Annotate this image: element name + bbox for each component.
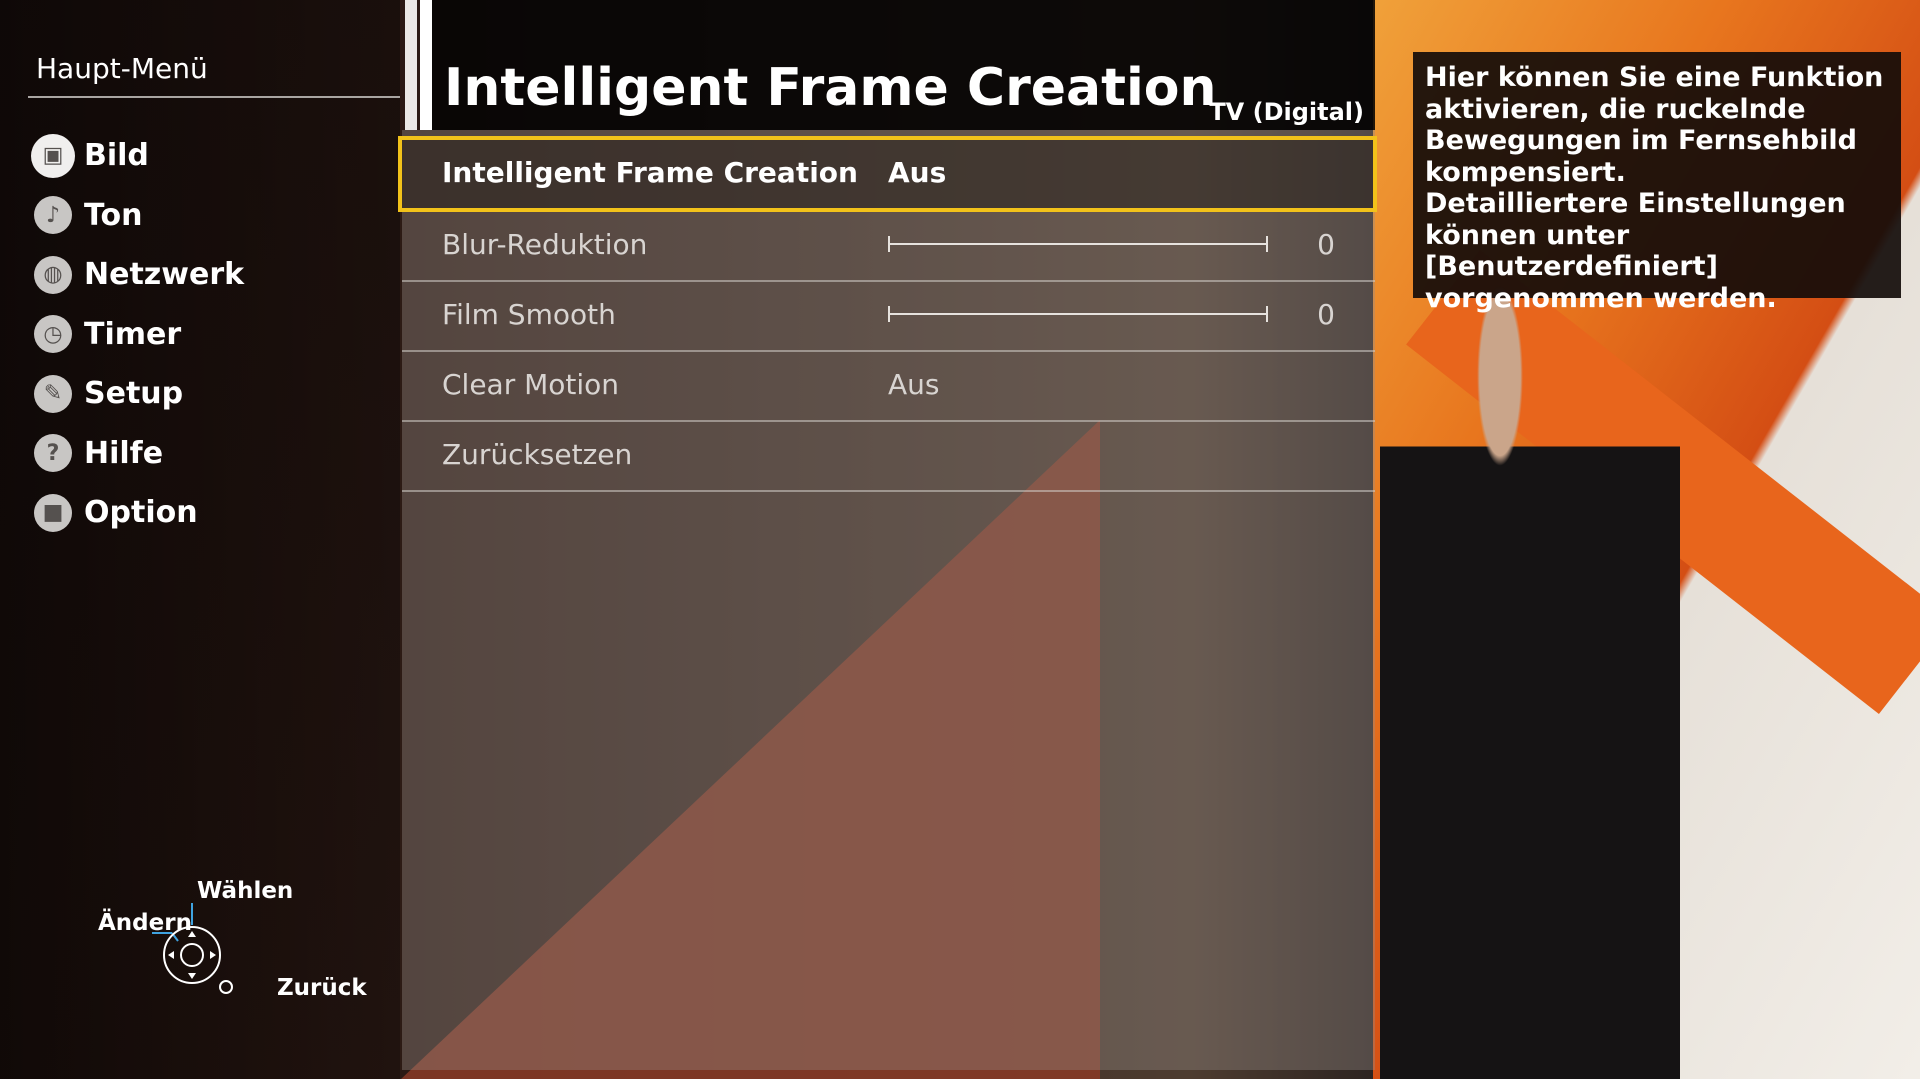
setting-row-zuruecksetzen[interactable]: Zurücksetzen (402, 420, 1375, 492)
setting-label: Clear Motion (442, 368, 620, 401)
setting-label: Blur-Reduktion (442, 228, 648, 261)
menu-item-label: Netzwerk (84, 257, 245, 293)
help-text: Hier können Sie eine Funktion aktivieren… (1425, 62, 1884, 314)
blur-reduction-slider[interactable] (888, 236, 1268, 252)
question-icon: ? (34, 434, 72, 473)
menu-item-timer[interactable]: ◷ Timer (34, 305, 244, 365)
main-menu-divider (28, 96, 400, 98)
menu-item-label: Timer (84, 316, 182, 352)
setting-value: 0 (1317, 298, 1335, 331)
menu-item-bild[interactable]: ▣ Bild (31, 126, 244, 186)
setting-row-intelligent-frame-creation[interactable]: Intelligent Frame Creation Aus (398, 136, 1377, 212)
menu-item-label: Hilfe (84, 435, 164, 471)
menu-item-option[interactable]: ■ Option (34, 483, 244, 543)
menu-item-hilfe[interactable]: ? Hilfe (34, 424, 244, 484)
globe-icon: ◍ (34, 255, 72, 294)
clock-icon: ◷ (34, 315, 72, 354)
music-note-icon: ♪ (34, 196, 72, 235)
main-menu-title: Haupt-Menü (36, 52, 208, 85)
input-source-label: TV (Digital) (1209, 98, 1364, 126)
setting-value: 0 (1317, 228, 1335, 261)
panel-accent-bar (420, 0, 432, 130)
menu-item-setup[interactable]: ✎ Setup (34, 364, 244, 424)
panel-accent-bar (405, 0, 417, 130)
film-smooth-slider[interactable] (888, 306, 1268, 322)
tv-icon: ▣ (31, 133, 75, 178)
option-square-icon: ■ (34, 493, 72, 532)
main-menu-sidebar: Haupt-Menü ▣ Bild ♪ Ton ◍ Netzwerk ◷ Tim… (0, 0, 400, 1079)
dpad-icon (152, 903, 233, 994)
setting-value: Aus (888, 368, 940, 401)
remote-navigation-help: Ändern Wählen Zurück (95, 875, 395, 1015)
menu-item-netzwerk[interactable]: ◍ Netzwerk (34, 245, 244, 305)
setting-value: Aus (888, 156, 947, 189)
wrench-icon: ✎ (34, 374, 72, 413)
setting-label: Film Smooth (442, 298, 616, 331)
back-hint-label: Zurück (277, 975, 367, 1001)
main-menu-list: ▣ Bild ♪ Ton ◍ Netzwerk ◷ Timer ✎ Setup … (31, 126, 244, 543)
menu-item-label: Bild (84, 138, 149, 174)
menu-item-label: Option (84, 495, 198, 531)
setting-label: Zurücksetzen (442, 438, 633, 471)
setting-row-clear-motion[interactable]: Clear Motion Aus (402, 350, 1375, 422)
page-title: Intelligent Frame Creation (444, 58, 1217, 118)
help-info-box: Hier können Sie eine Funktion aktivieren… (1413, 52, 1901, 314)
setting-label: Intelligent Frame Creation (442, 156, 858, 189)
menu-item-label: Ton (84, 197, 143, 233)
setting-row-film-smooth[interactable]: Film Smooth 0 (402, 280, 1375, 352)
select-hint-label: Wählen (197, 878, 294, 904)
menu-item-label: Setup (84, 376, 184, 412)
setting-row-blur-reduktion[interactable]: Blur-Reduktion 0 (402, 210, 1375, 282)
menu-item-ton[interactable]: ♪ Ton (34, 186, 244, 246)
